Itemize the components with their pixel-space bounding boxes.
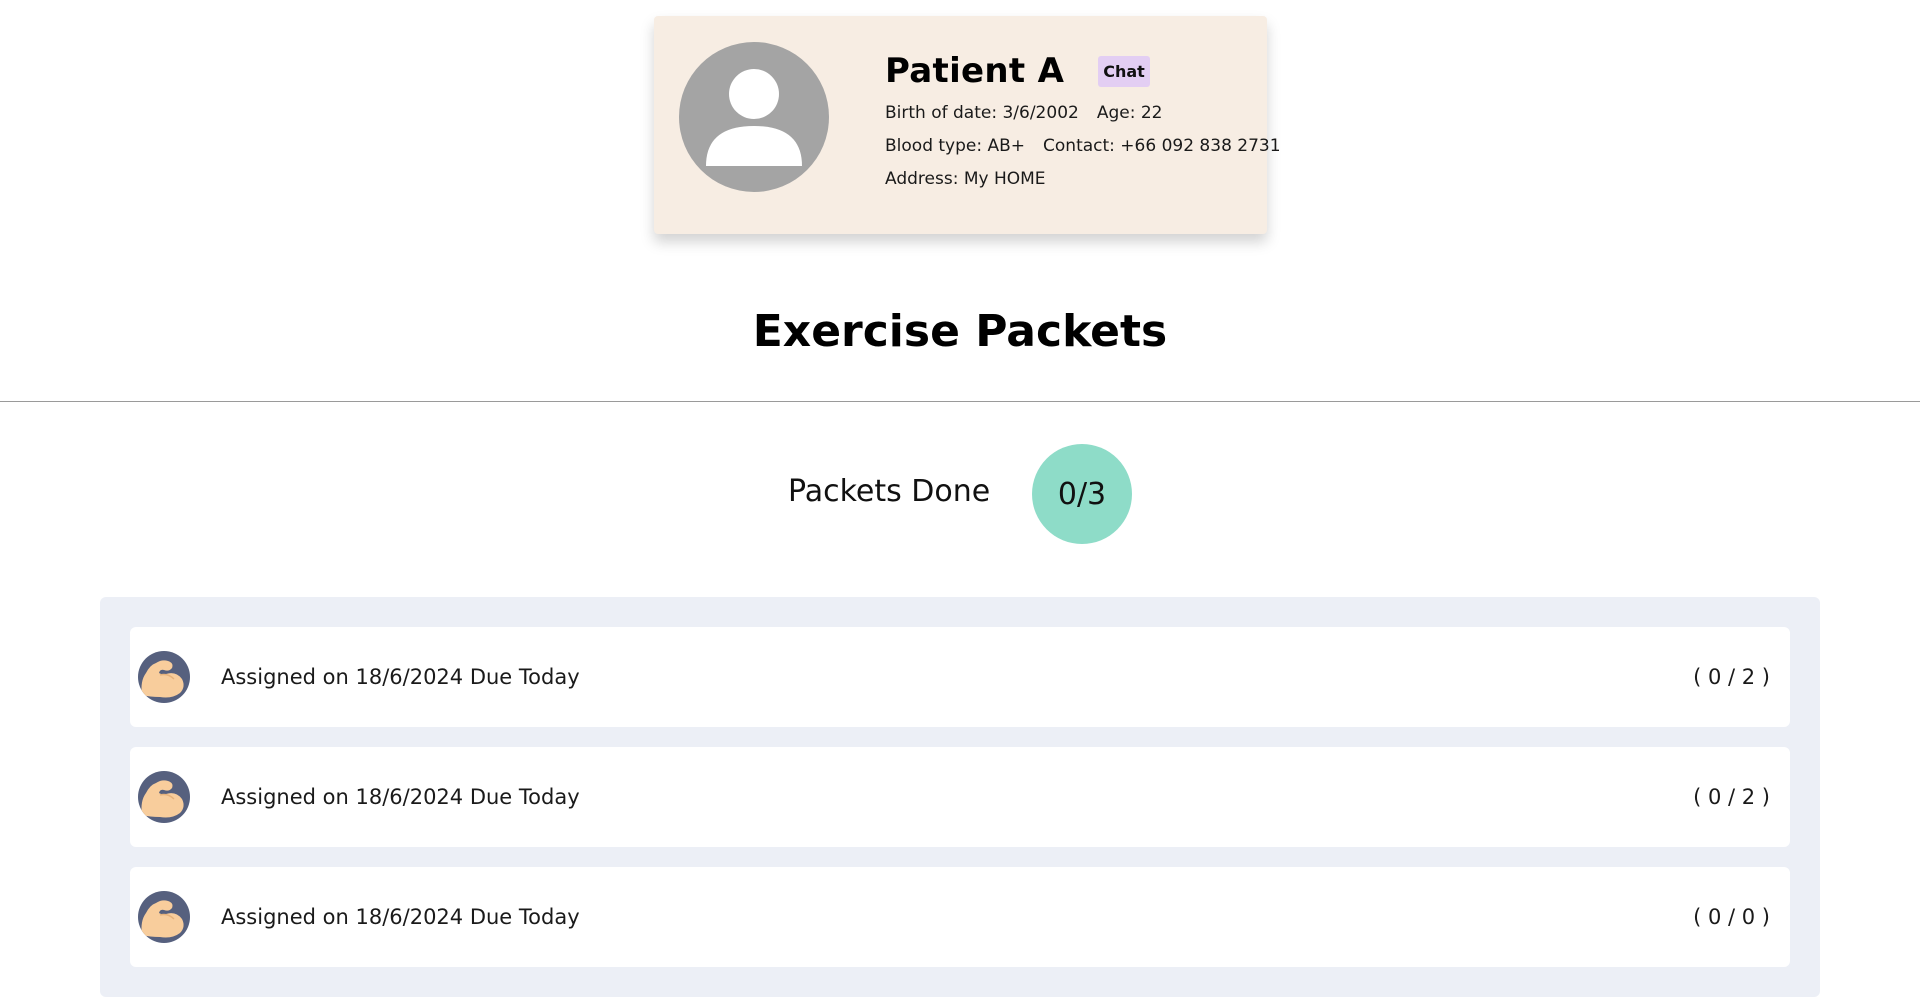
section-title: Exercise Packets: [752, 306, 1168, 357]
packet-progress: ( 0 / 2 ): [1693, 665, 1770, 689]
address: Address: My HOME: [885, 169, 1046, 189]
blood-type: Blood type: AB+: [885, 136, 1026, 156]
name-row: Patient A Chat: [885, 50, 1281, 92]
packet-assigned-text: Assigned on 18/6/2024 Due Today: [221, 665, 580, 689]
packets-done-label: Packets Done: [788, 474, 991, 509]
birth-date: Birth of date: 3/6/2002: [885, 103, 1079, 123]
packet-item[interactable]: Assigned on 18/6/2024 Due Today ( 0 / 2 …: [130, 627, 1790, 727]
page: Patient A Chat Birth of date: 3/6/2002 Ag…: [0, 0, 1920, 997]
packet-progress: ( 0 / 2 ): [1693, 785, 1770, 809]
info-line-blood-contact: Blood type: AB+ Contact: +66 092 838 2731: [885, 136, 1281, 156]
chat-button[interactable]: Chat: [1098, 55, 1150, 87]
patient-info: Patient A Chat Birth of date: 3/6/2002 Ag…: [885, 50, 1281, 189]
packet-list: Assigned on 18/6/2024 Due Today ( 0 / 2 …: [100, 597, 1820, 997]
user-silhouette-icon: [679, 42, 829, 192]
packet-item[interactable]: Assigned on 18/6/2024 Due Today ( 0 / 0 …: [130, 867, 1790, 967]
info-line-birth-age: Birth of date: 3/6/2002 Age: 22: [885, 103, 1281, 123]
packet-assigned-text: Assigned on 18/6/2024 Due Today: [221, 905, 580, 929]
packet-assigned-text: Assigned on 18/6/2024 Due Today: [221, 785, 580, 809]
packet-item[interactable]: Assigned on 18/6/2024 Due Today ( 0 / 2 …: [130, 747, 1790, 847]
flexed-biceps-icon: [138, 891, 190, 943]
packet-progress: ( 0 / 0 ): [1693, 905, 1770, 929]
patient-name: Patient A: [885, 51, 1065, 91]
contact: Contact: +66 092 838 2731: [1043, 136, 1281, 156]
packets-done-count: 0/3: [1032, 444, 1132, 544]
patient-card: Patient A Chat Birth of date: 3/6/2002 Ag…: [654, 16, 1281, 234]
flexed-biceps-icon: [138, 651, 190, 703]
divider: [0, 401, 1920, 402]
info-line-address: Address: My HOME: [885, 169, 1281, 189]
age: Age: 22: [1096, 103, 1163, 123]
flexed-biceps-icon: [138, 771, 190, 823]
